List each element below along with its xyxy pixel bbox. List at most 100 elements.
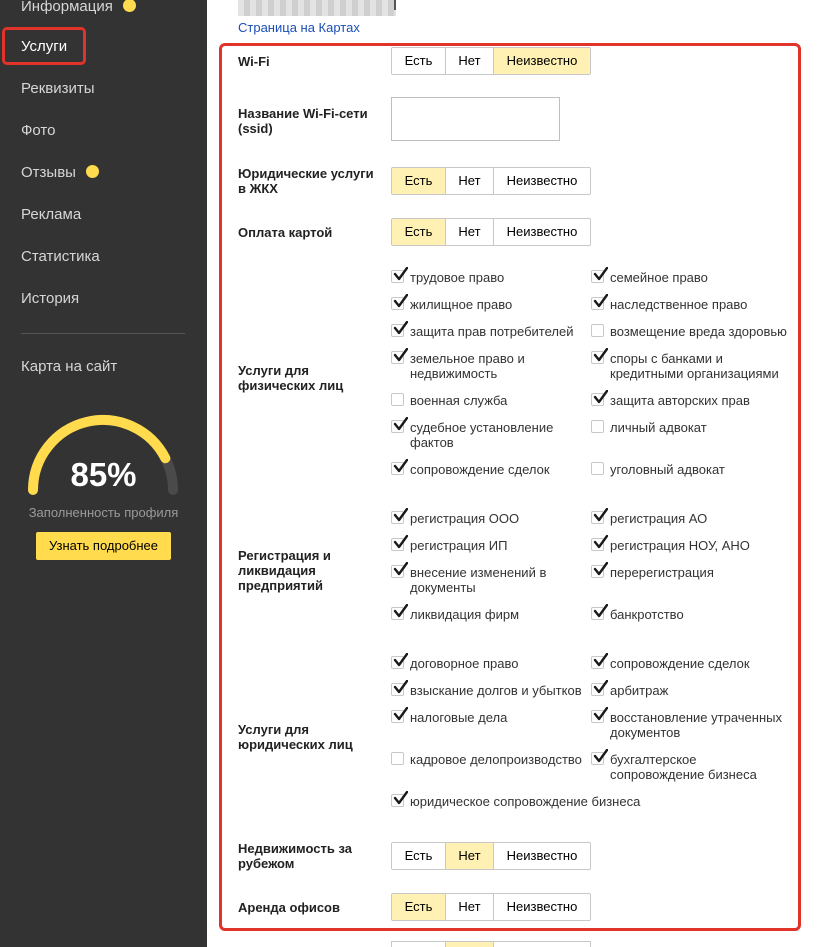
checkbox-item[interactable]: арбитраж	[591, 680, 786, 698]
checkbox-item[interactable]: регистрация ИП	[391, 535, 586, 553]
checkbox[interactable]	[391, 752, 404, 765]
checkbox-item[interactable]: семейное право	[591, 267, 786, 285]
learn-more-button[interactable]: Узнать подробнее	[36, 532, 171, 560]
profile-caption: Заполненность профиля	[28, 505, 179, 520]
sidebar-item-info[interactable]: Информация	[21, 0, 136, 16]
checkmark-icon	[393, 417, 408, 431]
option-unknown[interactable]: Неизвестно	[494, 219, 590, 245]
checkbox-item[interactable]: юридическое сопровождение бизнеса	[391, 791, 691, 809]
checkmark-icon	[393, 535, 408, 549]
checkmark-icon	[393, 653, 408, 667]
ssid-input[interactable]	[391, 97, 560, 141]
realty-abroad-toggle[interactable]: Есть Нет Неизвестно	[391, 842, 591, 870]
checkbox-item[interactable]: ликвидация фирм	[391, 604, 586, 622]
checkbox-item[interactable]: восстановление утраченных документов	[591, 707, 791, 740]
checkbox-item[interactable]: налоговые дела	[391, 707, 586, 725]
checkmark-icon	[593, 604, 608, 618]
checkbox-item[interactable]: судебное установление фактов	[391, 417, 566, 450]
checkbox-item[interactable]: бухгалтерское сопровождение бизнеса	[591, 749, 761, 782]
checkbox-item[interactable]: защита авторских прав	[591, 390, 786, 408]
checkbox-item[interactable]: уголовный адвокат	[591, 462, 786, 477]
checkbox-item[interactable]: возмещение вреда здоровью	[591, 324, 796, 339]
checkbox-item[interactable]: личный адвокат	[591, 420, 786, 435]
checkmark-icon	[393, 707, 408, 721]
office-rent-toggle[interactable]: Есть Нет Неизвестно	[391, 893, 591, 921]
checkbox-item[interactable]: внесение изменений в документы	[391, 562, 561, 595]
option-yes[interactable]: Есть	[392, 48, 446, 74]
checkbox[interactable]	[591, 324, 604, 337]
sidebar-item-label: Реклама	[21, 206, 82, 223]
option-yes[interactable]: Есть	[392, 219, 446, 245]
option-no[interactable]: Нет	[446, 843, 494, 869]
wifi-toggle[interactable]: Есть Нет Неизвестно	[391, 47, 591, 75]
checkbox-item[interactable]: защита прав потребителей	[391, 321, 586, 339]
option-yes[interactable]: Есть	[392, 894, 446, 920]
checkbox-item[interactable]: сопровождение сделок	[391, 459, 586, 477]
checkbox-item[interactable]: земельное право и недвижимость	[391, 348, 551, 381]
option-unknown[interactable]: Неизвестно	[494, 48, 590, 74]
sidebar-item-services[interactable]: Услуги	[21, 38, 67, 56]
checkbox-item[interactable]: перерегистрация	[591, 562, 786, 580]
option-no[interactable]: Нет	[446, 219, 494, 245]
checkmark-icon	[393, 508, 408, 522]
sidebar-item-label: Информация	[21, 0, 113, 15]
sidebar-item-label: Фото	[21, 122, 56, 139]
option-unknown[interactable]: Неизвестно	[494, 168, 590, 194]
sidebar-item-stats[interactable]: Статистика	[21, 248, 100, 266]
checkbox-item[interactable]: регистрация НОУ, АНО	[591, 535, 786, 553]
checkbox-item[interactable]: регистрация АО	[591, 508, 786, 526]
option-no[interactable]: Нет	[446, 168, 494, 194]
sidebar-item-history[interactable]: История	[21, 290, 79, 308]
realty-abroad-label: Недвижимость за рубежом	[238, 841, 352, 871]
sidebar-item-requisites[interactable]: Реквизиты	[21, 80, 95, 98]
checkbox-item[interactable]: трудовое право	[391, 267, 586, 285]
sidebar-item-reviews[interactable]: Отзывы	[21, 164, 99, 182]
checkbox-item[interactable]: регистрация ООО	[391, 508, 586, 526]
maps-page-link[interactable]: Страница на Картах	[238, 20, 360, 35]
checkbox-item[interactable]: взыскание долгов и убытков	[391, 680, 586, 698]
sidebar-item-label: История	[21, 290, 80, 307]
checkmark-icon	[593, 749, 608, 763]
option-unknown[interactable]: Неизвестно	[494, 843, 590, 869]
blurred-address	[238, 0, 396, 16]
checkbox[interactable]	[591, 462, 604, 475]
checkbox-item[interactable]: жилищное право	[391, 294, 586, 312]
next-row-toggle-partial[interactable]	[391, 941, 591, 947]
sidebar-item-label: Услуги	[21, 38, 68, 55]
option-no[interactable]: Нет	[446, 894, 494, 920]
checkbox-item[interactable]: договорное право	[391, 653, 586, 671]
checkmark-icon	[593, 267, 608, 281]
checkbox-item[interactable]: наследственное право	[591, 294, 786, 312]
checkbox[interactable]	[391, 393, 404, 406]
registration-label: Регистрация и ликвидация предприятий	[238, 548, 331, 593]
checkbox-item[interactable]: споры с банками и кредитными организация…	[591, 348, 791, 381]
checkbox-item[interactable]: сопровождение сделок	[591, 653, 786, 671]
checkmark-icon	[393, 791, 408, 805]
option-no[interactable]: Нет	[446, 48, 494, 74]
option-yes[interactable]: Есть	[392, 168, 446, 194]
card-payment-toggle[interactable]: Есть Нет Неизвестно	[391, 218, 591, 246]
housing-toggle[interactable]: Есть Нет Неизвестно	[391, 167, 591, 195]
sidebar-divider	[21, 333, 185, 334]
sidebar-item-photo[interactable]: Фото	[21, 122, 55, 140]
checkmark-icon	[393, 604, 408, 618]
profile-percent: 85%	[70, 456, 137, 493]
ssid-label: Название Wi-Fi-сети (ssid)	[238, 106, 368, 136]
checkbox-item[interactable]: банкротство	[591, 604, 786, 622]
checkmark-icon	[593, 707, 608, 721]
sidebar-map-link[interactable]: Карта на сайт	[21, 358, 117, 376]
sidebar-item-ads[interactable]: Реклама	[21, 206, 81, 224]
checkbox[interactable]	[591, 420, 604, 433]
option-unknown[interactable]: Неизвестно	[494, 894, 590, 920]
notification-dot-icon	[122, 0, 136, 12]
sidebar: Информация Услуги Реквизиты Фото Отзывы …	[0, 0, 207, 947]
checkmark-icon	[593, 294, 608, 308]
checkmark-icon	[593, 653, 608, 667]
checkmark-icon	[593, 508, 608, 522]
checkbox-item[interactable]: военная служба	[391, 393, 586, 408]
option-yes[interactable]: Есть	[392, 843, 446, 869]
checkmark-icon	[393, 294, 408, 308]
checkmark-icon	[393, 459, 408, 473]
checkmark-icon	[593, 535, 608, 549]
checkbox-item[interactable]: кадровое делопроизводство	[391, 752, 586, 767]
